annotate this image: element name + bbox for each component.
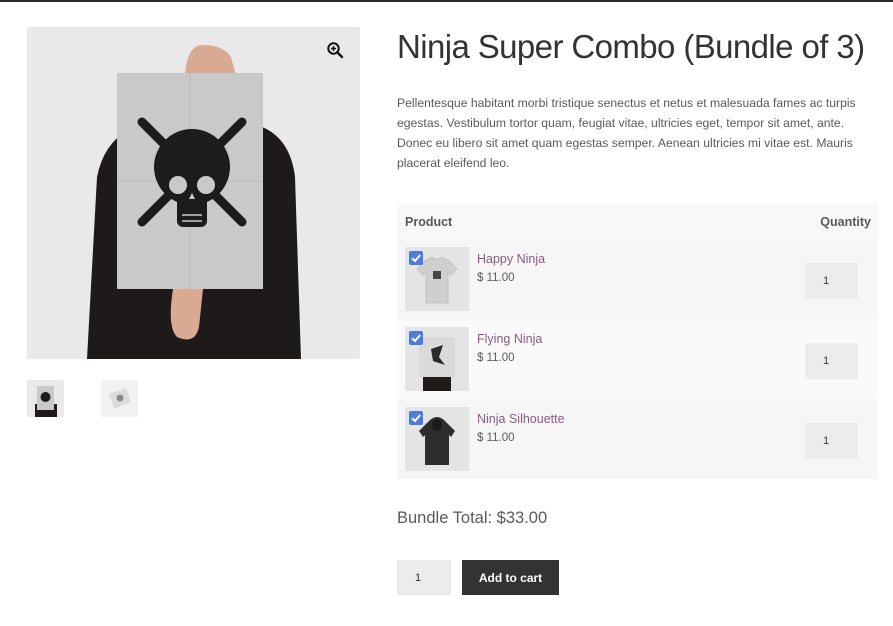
table-row: Flying Ninja $ 11.00: [397, 319, 878, 399]
bundle-total: Bundle Total: $33.00: [397, 509, 548, 527]
price: $ 11.00: [477, 352, 515, 364]
column-header-product: Product: [405, 215, 453, 229]
quantity-input-happy-ninja[interactable]: [805, 263, 858, 299]
bundle-table-header: Product Quantity: [397, 203, 878, 239]
product-title: Ninja Super Combo (Bundle of 3): [397, 28, 865, 65]
check-icon: [411, 414, 421, 423]
column-header-quantity: Quantity: [820, 215, 871, 229]
checkbox-ninja-silhouette[interactable]: [409, 411, 423, 425]
poster-photo: [27, 27, 360, 359]
quantity-input-flying-ninja[interactable]: [805, 343, 858, 379]
price: $ 11.00: [477, 272, 515, 284]
product-description: Pellentesque habitant morbi tristique se…: [397, 96, 856, 170]
table-row: Ninja Silhouette $ 11.00: [397, 399, 878, 479]
gallery-thumbnail-2[interactable]: [101, 380, 138, 417]
price: $ 11.00: [477, 432, 515, 444]
product-main-image[interactable]: [27, 27, 360, 359]
gallery-thumbnail-1[interactable]: [27, 380, 64, 417]
header-border: [0, 0, 893, 2]
poster-held-thumbnail-image: [27, 380, 64, 417]
check-icon: [411, 254, 421, 263]
checkbox-happy-ninja[interactable]: [409, 251, 423, 265]
table-row: Happy Ninja $ 11.00: [397, 239, 878, 319]
add-to-cart-button[interactable]: Add to cart: [462, 560, 559, 595]
product-link-ninja-silhouette[interactable]: Ninja Silhouette: [477, 412, 565, 426]
check-icon: [411, 334, 421, 343]
quantity-input-ninja-silhouette[interactable]: [805, 423, 858, 459]
cart-quantity-input[interactable]: [397, 560, 451, 595]
zoom-in-icon[interactable]: [326, 41, 344, 59]
product-link-flying-ninja[interactable]: Flying Ninja: [477, 332, 542, 346]
product-link-happy-ninja[interactable]: Happy Ninja: [477, 252, 545, 266]
poster-flat-thumbnail-image: [101, 380, 138, 417]
bundle-table: Product Quantity Happy Ninja $ 11.00 1 F…: [397, 203, 878, 479]
checkbox-flying-ninja[interactable]: [409, 331, 423, 345]
